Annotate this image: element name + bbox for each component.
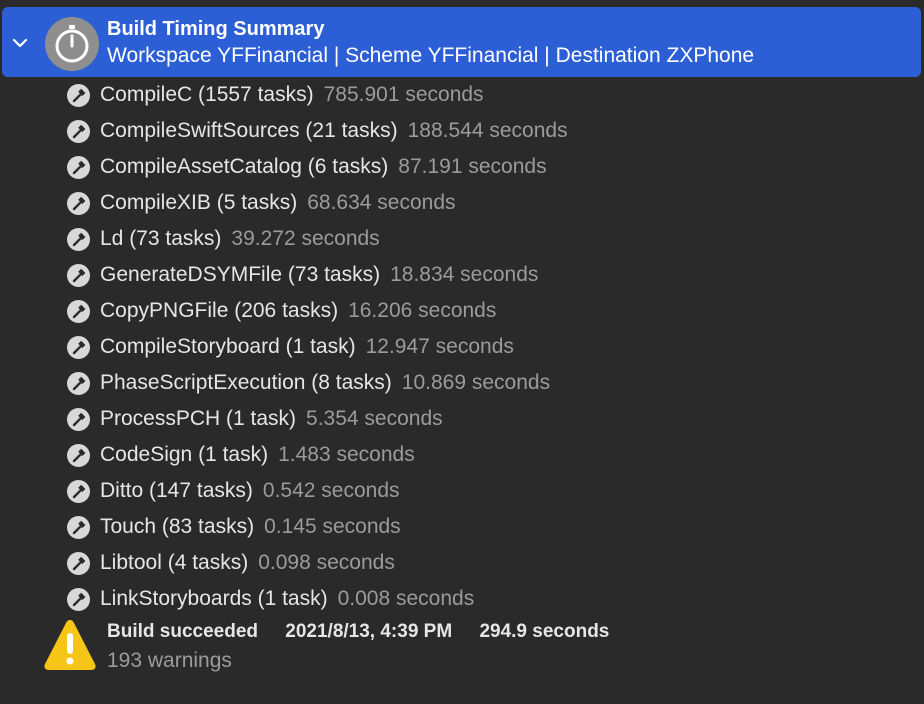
task-duration: 5.354 seconds (306, 407, 443, 430)
build-status: Build succeeded (107, 621, 258, 642)
task-name: PhaseScriptExecution (8 tasks) (100, 371, 392, 394)
warnings-count: 193 warnings (107, 649, 232, 672)
task-name: Ditto (147 tasks) (100, 479, 253, 502)
chevron-down-icon[interactable] (11, 35, 29, 51)
task-row[interactable]: Touch (83 tasks) 0.145 seconds (0, 509, 924, 545)
warning-icon (44, 620, 96, 670)
task-text: CompileXIB (5 tasks) 68.634 seconds (100, 189, 456, 217)
hammer-icon (67, 192, 90, 215)
build-duration: 294.9 seconds (479, 621, 610, 642)
task-text: CopyPNGFile (206 tasks) 16.206 seconds (100, 297, 496, 325)
task-row[interactable]: Ditto (147 tasks) 0.542 seconds (0, 473, 924, 509)
task-duration: 87.191 seconds (398, 155, 547, 178)
task-duration: 18.834 seconds (390, 263, 539, 286)
task-text: GenerateDSYMFile (73 tasks) 18.834 second… (100, 261, 538, 289)
task-duration: 0.098 seconds (258, 551, 395, 574)
hammer-icon (67, 408, 90, 431)
task-duration: 39.272 seconds (231, 227, 380, 250)
build-timestamp: 2021/8/13, 4:39 PM (285, 621, 453, 642)
task-duration: 0.145 seconds (264, 515, 401, 538)
task-duration: 1.483 seconds (278, 443, 415, 466)
task-name: LinkStoryboards (1 task) (100, 587, 328, 610)
hammer-icon (67, 480, 90, 503)
task-name: CompileSwiftSources (21 tasks) (100, 119, 398, 142)
hammer-icon (67, 120, 90, 143)
task-name: GenerateDSYMFile (73 tasks) (100, 263, 381, 286)
hammer-icon (67, 588, 90, 611)
task-name: CopyPNGFile (206 tasks) (100, 299, 339, 322)
summary-title: Build Timing Summary (107, 18, 325, 40)
task-name: CompileC (1557 tasks) (100, 83, 314, 106)
hammer-icon (67, 264, 90, 287)
build-log-panel: Build Timing Summary Workspace YFFinanci… (0, 0, 924, 704)
task-text: CompileStoryboard (1 task) 12.947 seconds (100, 333, 514, 361)
task-duration: 785.901 seconds (323, 83, 484, 106)
task-row[interactable]: CodeSign (1 task) 1.483 seconds (0, 437, 924, 473)
task-duration: 68.634 seconds (307, 191, 456, 214)
task-row[interactable]: CompileC (1557 tasks) 785.901 seconds (0, 77, 924, 113)
task-name: CompileStoryboard (1 task) (100, 335, 356, 358)
task-duration: 10.869 seconds (401, 371, 551, 394)
task-row[interactable]: PhaseScriptExecution (8 tasks) 10.869 sec… (0, 365, 924, 401)
task-row[interactable]: CompileStoryboard (1 task) 12.947 seconds (0, 329, 924, 365)
build-status-line: Build succeeded 2021/8/13, 4:39 PM 294.9… (107, 619, 609, 645)
task-text: ProcessPCH (1 task) 5.354 seconds (100, 405, 443, 433)
task-text: LinkStoryboards (1 task) 0.008 seconds (100, 585, 474, 613)
task-row[interactable]: LinkStoryboards (1 task) 0.008 seconds (0, 581, 924, 617)
task-name: Touch (83 tasks) (100, 515, 255, 538)
task-row[interactable]: GenerateDSYMFile (73 tasks) 18.834 second… (0, 257, 924, 293)
hammer-icon (67, 516, 90, 539)
task-name: CompileAssetCatalog (6 tasks) (100, 155, 389, 178)
task-duration: 188.544 seconds (407, 119, 568, 142)
task-name: ProcessPCH (1 task) (100, 407, 297, 430)
task-row[interactable]: Ld (73 tasks) 39.272 seconds (0, 221, 924, 257)
task-row[interactable]: CompileAssetCatalog (6 tasks) 87.191 seco… (0, 149, 924, 185)
task-timing-list: CompileC (1557 tasks) 785.901 seconds Comp… (0, 77, 924, 617)
task-text: CompileC (1557 tasks) 785.901 seconds (100, 81, 484, 109)
task-name: Libtool (4 tasks) (100, 551, 249, 574)
hammer-icon (67, 156, 90, 179)
task-text: Libtool (4 tasks) 0.098 seconds (100, 549, 395, 577)
task-text: CompileSwiftSources (21 tasks) 188.544 se… (100, 117, 568, 145)
hammer-icon (67, 336, 90, 359)
task-row[interactable]: ProcessPCH (1 task) 5.354 seconds (0, 401, 924, 437)
task-name: CodeSign (1 task) (100, 443, 269, 466)
task-duration: 0.008 seconds (337, 587, 475, 610)
build-result[interactable]: Build succeeded 2021/8/13, 4:39 PM 294.9… (0, 617, 924, 687)
task-row[interactable]: Libtool (4 tasks) 0.098 seconds (0, 545, 924, 581)
task-name: CompileXIB (5 tasks) (100, 191, 298, 214)
task-text: Ditto (147 tasks) 0.542 seconds (100, 477, 400, 505)
task-text: Touch (83 tasks) 0.145 seconds (100, 513, 401, 541)
task-duration: 12.947 seconds (365, 335, 514, 358)
task-text: CodeSign (1 task) 1.483 seconds (100, 441, 415, 469)
task-text: Ld (73 tasks) 39.272 seconds (100, 225, 380, 253)
task-duration: 0.542 seconds (262, 479, 400, 502)
hammer-icon (67, 228, 90, 251)
task-text: CompileAssetCatalog (6 tasks) 87.191 seco… (100, 153, 547, 181)
build-timing-summary-header[interactable]: Build Timing Summary Workspace YFFinanci… (2, 7, 921, 77)
hammer-icon (67, 300, 90, 323)
hammer-icon (67, 444, 90, 467)
task-row[interactable]: CompileXIB (5 tasks) 68.634 seconds (0, 185, 924, 221)
task-row[interactable]: CopyPNGFile (206 tasks) 16.206 seconds (0, 293, 924, 329)
task-text: PhaseScriptExecution (8 tasks) 10.869 sec… (100, 369, 550, 397)
task-name: Ld (73 tasks) (100, 227, 222, 250)
hammer-icon (67, 372, 90, 395)
task-row[interactable]: CompileSwiftSources (21 tasks) 188.544 se… (0, 113, 924, 149)
hammer-icon (67, 84, 90, 107)
stopwatch-icon (45, 17, 99, 71)
summary-subtitle: Workspace YFFinancial | Scheme YFFinanci… (107, 44, 755, 67)
hammer-icon (67, 552, 90, 575)
task-duration: 16.206 seconds (348, 299, 497, 322)
